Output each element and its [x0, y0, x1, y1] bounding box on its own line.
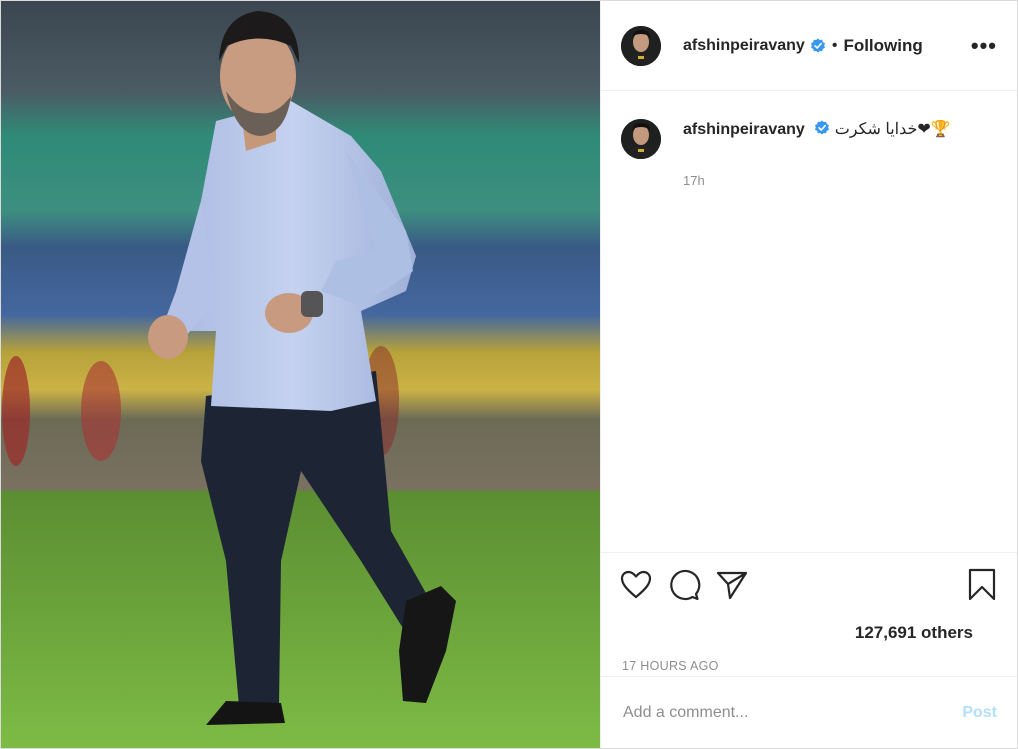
- more-options-icon[interactable]: •••: [971, 33, 997, 59]
- caption-row: afshinpeiravany خدایا شکرت❤🏆: [621, 119, 997, 159]
- post-header: afshinpeiravany • Following •••: [601, 1, 1017, 91]
- add-comment-bar: Post: [601, 676, 1017, 748]
- avatar-image: [621, 119, 661, 159]
- comment-input[interactable]: [621, 702, 963, 723]
- caption-body: خدایا شکرت❤🏆: [834, 121, 951, 138]
- action-bar: 127,691 others 17 HOURS AGO: [601, 552, 1017, 676]
- heart-icon[interactable]: [619, 568, 653, 602]
- likes-count[interactable]: 127,691 others: [619, 623, 999, 643]
- post-photo[interactable]: [1, 1, 600, 748]
- comment-bubble-icon[interactable]: [667, 568, 701, 602]
- caption-text: afshinpeiravany خدایا شکرت❤🏆: [683, 119, 951, 141]
- caption-time[interactable]: 17h: [683, 173, 997, 188]
- paper-plane-icon[interactable]: [715, 568, 749, 602]
- post-comment-button[interactable]: Post: [962, 704, 997, 722]
- caption-username[interactable]: afshinpeiravany: [683, 121, 805, 138]
- bookmark-icon[interactable]: [965, 568, 999, 602]
- post-side-panel: afshinpeiravany • Following ••• afshinpe…: [600, 1, 1017, 748]
- verified-badge-icon: [810, 38, 825, 52]
- post-username[interactable]: afshinpeiravany: [683, 37, 805, 55]
- action-icons: [619, 565, 999, 605]
- post-timestamp[interactable]: 17 HOURS AGO: [619, 659, 999, 673]
- instagram-post: afshinpeiravany • Following ••• afshinpe…: [0, 0, 1018, 749]
- caption-avatar[interactable]: [621, 119, 661, 159]
- verified-badge-icon: [815, 120, 830, 135]
- comments-section: afshinpeiravany خدایا شکرت❤🏆 17h: [601, 91, 1017, 552]
- avatar-image: [621, 25, 661, 66]
- avatar[interactable]: [621, 25, 661, 66]
- separator-dot: •: [831, 36, 838, 54]
- following-button[interactable]: Following: [843, 36, 922, 56]
- photo-man-running-on-pitch: [1, 1, 600, 748]
